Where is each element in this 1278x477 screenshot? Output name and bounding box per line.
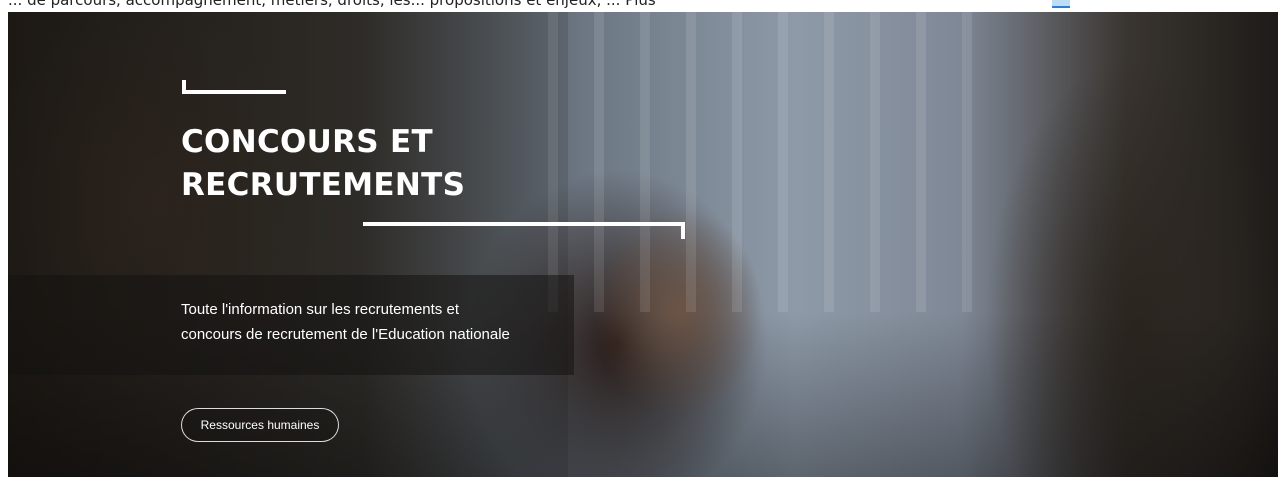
decorative-bracket-bottom (363, 222, 685, 226)
hero-title-line-1: CONCOURS ET (181, 124, 433, 160)
ressources-humaines-tag-button[interactable]: Ressources humaines (181, 408, 339, 442)
hero-banner: CONCOURS ET RECRUTEMENTS Toute l'informa… (8, 12, 1278, 477)
hero-description-line-1: Toute l'information sur les recrutements… (181, 301, 459, 318)
decorative-bracket-top (182, 90, 286, 94)
hero-description-line-2: concours de recrutement de l'Education n… (181, 326, 510, 343)
background-window-blinds (548, 12, 988, 312)
top-text-strip: ... de parcours, accompagnement, métiers… (0, 0, 1278, 12)
cropped-link-marker[interactable] (1052, 0, 1070, 8)
hero-description: Toute l'information sur les recrutements… (181, 297, 581, 347)
hero-title-line-2: RECRUTEMENTS (181, 167, 466, 203)
decorative-bracket-tick-bottom (681, 222, 685, 239)
cropped-paragraph-text: ... de parcours, accompagnement, métiers… (8, 0, 656, 9)
hero-title: CONCOURS ET RECRUTEMENTS (181, 121, 465, 207)
